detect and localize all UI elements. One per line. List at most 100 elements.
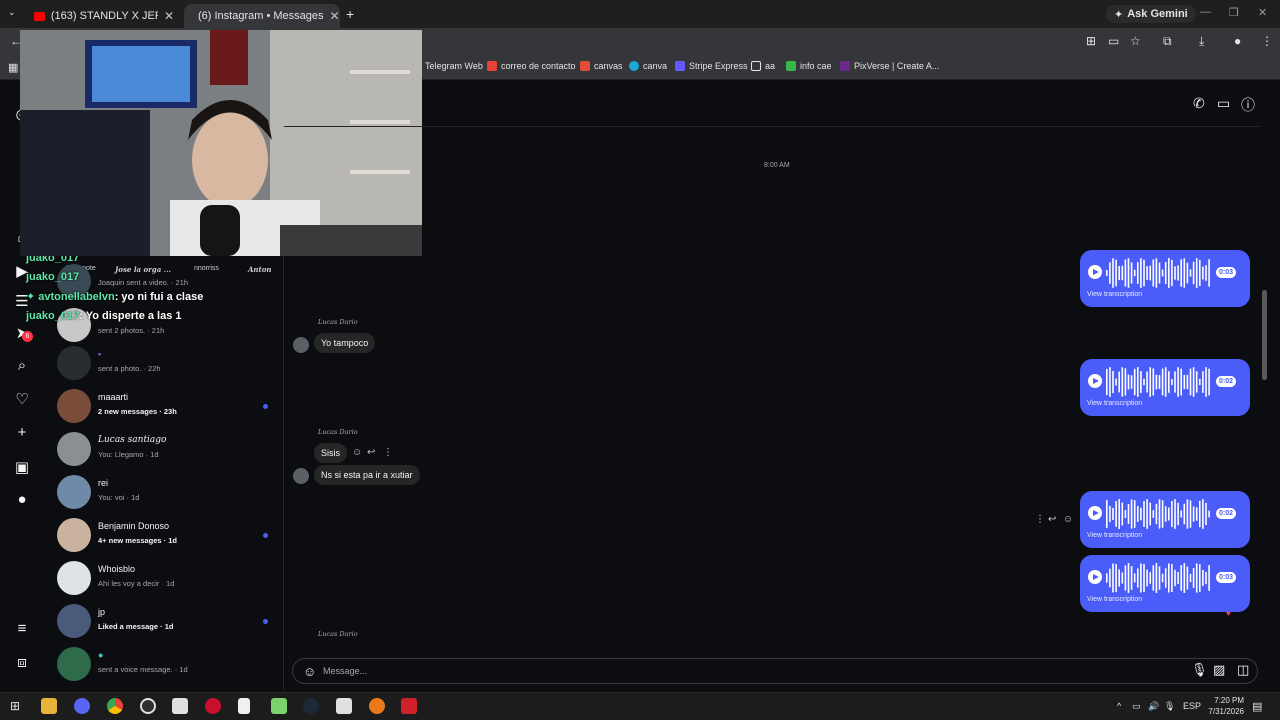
close-icon[interactable]: ✕ [330, 9, 340, 23]
view-transcription-link[interactable]: View transcription [1087, 291, 1142, 298]
voicemeeter-icon[interactable] [401, 698, 417, 714]
play-icon[interactable] [1088, 374, 1102, 388]
discord-icon[interactable] [74, 698, 90, 714]
apps-grid-icon[interactable]: ▦ [8, 61, 18, 74]
document-icon[interactable] [238, 698, 250, 714]
message-bubble[interactable]: Yo tampoco [314, 333, 376, 353]
bookmark-correo[interactable]: correo de contacto [487, 61, 576, 71]
steam-icon[interactable] [303, 698, 319, 714]
menu-dots-icon[interactable]: ⋮ [1261, 34, 1273, 48]
sender-avatar[interactable] [293, 337, 309, 353]
bookmark-stripe[interactable]: Stripe Express [675, 61, 748, 71]
conversation-item[interactable]: Benjamin Donoso 4+ new messages · 1d [56, 516, 286, 556]
more-menu-icon[interactable]: ≡ [12, 620, 32, 637]
minimize-button[interactable]: — [1200, 6, 1211, 18]
bookmark-folder-aa[interactable]: aa [751, 61, 775, 71]
reply-icon[interactable]: ↩ [367, 447, 375, 458]
conversation-item[interactable]: ▪ sent a photo. · 22h [56, 344, 286, 384]
waveform-bar [1130, 375, 1133, 389]
microphone-icon[interactable]: 🎙 [1191, 662, 1208, 678]
phone-call-icon[interactable]: ✆ [1193, 95, 1205, 112]
bookmark-canva[interactable]: canva [629, 61, 667, 71]
voice-message[interactable]: 0:03 View transcription [1080, 250, 1250, 307]
conversation-item[interactable]: rei You: voi · 1d [56, 473, 286, 513]
capcut-icon[interactable] [336, 698, 352, 714]
tab-youtube[interactable]: (163) STANDLY X JERE KLEIN X ✕ [26, 4, 182, 28]
notifications-icon[interactable]: ▤ [1252, 700, 1262, 713]
close-window-button[interactable]: ✕ [1258, 6, 1267, 19]
view-transcription-link[interactable]: View transcription [1087, 596, 1142, 603]
heart-reaction-icon[interactable]: ♥ [1226, 609, 1231, 618]
bookmark-pixverse[interactable]: PixVerse | Create A... [840, 61, 939, 71]
sticker-icon[interactable]: ◫ [1237, 662, 1249, 678]
image-icon[interactable]: ▨ [1213, 662, 1225, 678]
extensions-icon[interactable]: ⧉ [1163, 34, 1172, 49]
file-explorer-icon[interactable] [41, 698, 57, 714]
app-icon[interactable] [369, 698, 385, 714]
language-indicator[interactable]: ESP [1183, 701, 1201, 711]
tray-chevron-icon[interactable]: ^ [1117, 701, 1121, 711]
translate-icon[interactable]: ⊞ [1086, 34, 1096, 48]
info-icon[interactable]: ⓘ [1241, 95, 1255, 115]
play-icon[interactable] [1088, 506, 1102, 520]
bookmark-canvas[interactable]: canvas [580, 61, 623, 71]
create-plus-icon[interactable]: + [12, 424, 32, 441]
canva-icon [629, 61, 639, 71]
voice-message[interactable]: 0:03 View transcription [1080, 555, 1250, 612]
meta-icon[interactable]: ⧈ [12, 654, 32, 671]
message-bubble[interactable]: Sisis [314, 443, 348, 463]
bookmark-star-icon[interactable]: ☆ [1130, 34, 1141, 48]
voice-message[interactable]: 0:02 View transcription [1080, 491, 1250, 548]
tab-search-icon[interactable]: ⌄ [8, 7, 16, 18]
chrome-icon[interactable] [107, 698, 123, 714]
bookmark-info-cae[interactable]: info cae [786, 61, 832, 71]
video-call-icon[interactable]: ▭ [1217, 95, 1230, 112]
play-icon[interactable] [1088, 265, 1102, 279]
profile-icon[interactable]: ● [1234, 34, 1241, 48]
network-icon[interactable]: ▭ [1132, 701, 1141, 712]
view-transcription-link[interactable]: View transcription [1087, 532, 1142, 539]
cast-icon[interactable]: ▭ [1108, 34, 1119, 48]
heart-icon[interactable]: ♡ [12, 390, 32, 408]
sender-avatar[interactable] [293, 468, 309, 484]
emoji-react-icon[interactable]: ☺ [1063, 514, 1073, 525]
app-icon[interactable] [271, 698, 287, 714]
tab-instagram[interactable]: (6) Instagram • Messages ✕ [184, 4, 340, 28]
emoji-react-icon[interactable]: ☺ [352, 447, 362, 458]
conversation-item[interactable]: maaarti 2 new messages · 23h [56, 387, 286, 427]
reply-icon[interactable]: ↩ [1048, 514, 1056, 525]
waveform-bar [1137, 568, 1139, 588]
thread-scrollbar[interactable] [1262, 290, 1267, 380]
capcut-icon[interactable] [172, 698, 188, 714]
mic-tray-icon[interactable]: 🎙 [1164, 701, 1175, 712]
voice-message[interactable]: 0:02 View transcription [1080, 359, 1250, 416]
conversation-item[interactable]: Whoisblo Ahí les voy a decir · 1d [56, 559, 286, 599]
conversation-item[interactable]: ● sent a voice message. · 1d [56, 645, 286, 685]
conversation-item[interactable]: Lucas santiago You: Llegamo · 1d [56, 430, 286, 470]
message-input[interactable]: Message... [323, 666, 367, 676]
search-icon[interactable]: ⌕ [12, 357, 32, 374]
more-options-icon[interactable]: ⋮ [383, 447, 393, 458]
windows-start-icon[interactable]: ⊞ [10, 699, 20, 713]
view-transcription-link[interactable]: View transcription [1087, 400, 1142, 407]
ask-gemini-button[interactable]: ✦ Ask Gemini [1106, 5, 1196, 23]
bookmark-telegram[interactable]: Telegram Web [425, 61, 483, 71]
obs-icon[interactable] [140, 698, 156, 714]
close-icon[interactable]: ✕ [164, 9, 174, 23]
waveform-bar [1186, 374, 1189, 390]
dashboard-icon[interactable]: ▣ [12, 458, 32, 476]
conversation-item[interactable]: jp Liked a message · 1d [56, 602, 286, 642]
more-options-icon[interactable]: ⋮ [1035, 514, 1045, 525]
message-composer[interactable]: ☺ Message... [292, 658, 1258, 684]
bookmark-label: aa [765, 61, 776, 71]
emoji-picker-icon[interactable]: ☺ [303, 664, 316, 679]
system-clock[interactable]: 7:20 PM 7/31/2026 [1200, 695, 1244, 717]
play-icon[interactable] [1088, 570, 1102, 584]
maximize-button[interactable]: ❐ [1229, 6, 1239, 19]
new-tab-button[interactable]: + [346, 6, 354, 22]
download-icon[interactable]: ⤓ [1199, 34, 1204, 49]
app-icon[interactable] [205, 698, 221, 714]
message-bubble[interactable]: Ns si esta pa ir a xutiar [314, 465, 420, 485]
profile-avatar-icon[interactable]: ● [12, 491, 32, 508]
volume-icon[interactable]: 🔊 [1148, 701, 1159, 712]
